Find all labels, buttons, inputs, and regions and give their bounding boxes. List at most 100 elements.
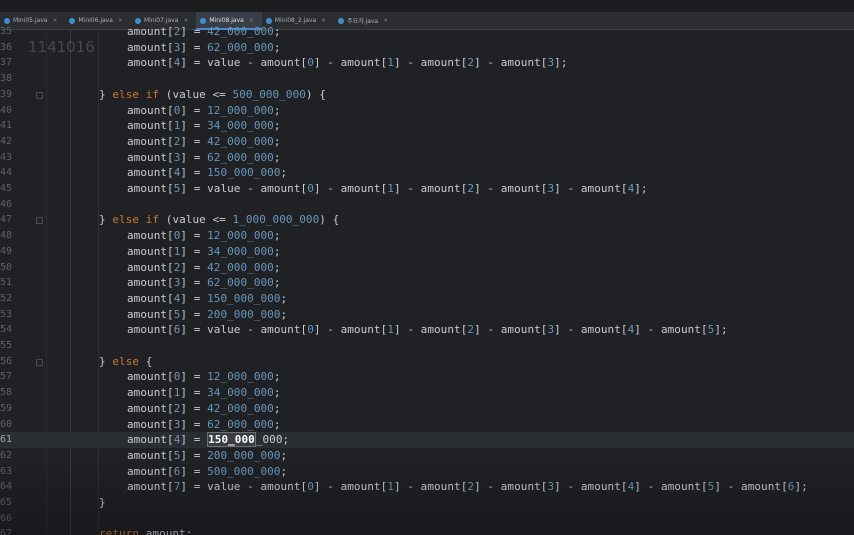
close-icon[interactable]: ×	[321, 17, 326, 24]
close-icon[interactable]: ×	[183, 17, 188, 24]
code-editor[interactable]: 35 amount[2] = 42_000_000; 36 amount[3] = 6…	[0, 25, 854, 535]
code-line[interactable]: 64 amount[7] = value - amount[0] - amount…	[0, 479, 854, 495]
tab-label: Mini05.java	[13, 17, 48, 24]
line-number: 45	[0, 183, 12, 194]
line-number: 44	[0, 167, 12, 179]
line-number: 41	[0, 120, 12, 132]
title-strip	[0, 0, 854, 12]
code-line[interactable]: 49 amount[1] = 34_000_000;	[0, 244, 854, 260]
close-icon[interactable]: ×	[118, 17, 123, 24]
code-line[interactable]: 46	[0, 197, 854, 213]
word-selection[interactable]: 150_000	[207, 432, 256, 448]
tab-label: Mini07.java	[143, 17, 179, 24]
line-number: 66	[0, 512, 12, 524]
code-line[interactable]: 48 amount[0] = 12_000_000;	[0, 228, 854, 244]
line-number: 63	[0, 465, 12, 477]
line-number: 54	[0, 324, 12, 336]
code-text: amount[4] = 150_000_000;	[127, 291, 288, 305]
code-line[interactable]: 50 amount[2] = 42_000_000;	[0, 260, 854, 276]
line-number: 58	[0, 387, 12, 399]
code-line[interactable]: 43 amount[3] = 62_000_000;	[0, 150, 854, 166]
code-text: amount[5] = value - amount[0] - amount[1…	[127, 182, 648, 195]
code-text: amount[4] = value - amount[0] - amount[1…	[127, 56, 568, 70]
code-text: amount[1] = 34_000_000;	[127, 386, 281, 400]
code-line[interactable]: 58 amount[1] = 34_000_000;	[0, 385, 854, 401]
line-number: 49	[0, 245, 12, 257]
fold-toggle-icon[interactable]	[36, 358, 43, 366]
code-line[interactable]: 36 amount[3] = 62_000_000;	[0, 40, 854, 56]
code-line[interactable]: 47} else if (value <= 1_000_000_000) {	[0, 212, 854, 228]
line-number: 53	[0, 308, 12, 320]
code-line[interactable]: 67 return amount;	[0, 526, 854, 535]
code-line[interactable]: 52 amount[4] = 150_000_000;	[0, 291, 854, 307]
code-line[interactable]: 57 amount[0] = 12_000_000;	[0, 369, 854, 385]
line-number: 37	[0, 57, 12, 69]
code-text: amount[2] = 42_000_000;	[127, 260, 281, 274]
code-text: } else if (value <= 500_000_000) {	[99, 87, 326, 101]
close-icon[interactable]: ×	[52, 17, 57, 24]
line-number: 50	[0, 261, 12, 273]
code-text: amount[4] = 150_000_000;	[127, 166, 288, 180]
java-class-icon	[338, 17, 345, 24]
code-text: amount[6] = 500_000_000;	[127, 464, 288, 478]
close-icon[interactable]: ×	[249, 17, 254, 24]
code-line[interactable]: 54 amount[6] = value - amount[0] - amount…	[0, 322, 854, 338]
code-line[interactable]: 65}	[0, 495, 854, 511]
code-line[interactable]: 66	[0, 511, 854, 527]
line-number: 51	[0, 277, 12, 289]
line-number: 62	[0, 449, 12, 461]
line-number: 43	[0, 151, 12, 163]
line-number: 35	[0, 26, 12, 37]
fold-toggle-icon[interactable]	[36, 217, 43, 225]
code-line[interactable]: 41 amount[1] = 34_000_000;	[0, 118, 854, 134]
code-line[interactable]: 39 } else if (value <= 500_000_000) {	[0, 87, 854, 103]
ide-window: Mini05.java × Mini06.java × Mini07.java × Mini…	[0, 0, 854, 535]
code-text: amount[0] = 12_000_000;	[127, 370, 281, 384]
code-line[interactable]: 40 amount[0] = 12_000_000;	[0, 103, 854, 119]
code-text: amount[5] = 200_000_000;	[127, 448, 288, 462]
code-text: amount[6] = value - amount[0] - amount[1…	[127, 323, 728, 337]
line-number: 60	[0, 418, 12, 430]
close-icon[interactable]: ×	[383, 17, 388, 24]
code-line[interactable]: 59 amount[2] = 42_000_000;	[0, 401, 854, 417]
code-line[interactable]: 61 amount[4] = 150_000_000;	[0, 432, 854, 449]
code-line[interactable]: 60 amount[3] = 62_000_000;	[0, 417, 854, 433]
code-text: } else {	[99, 354, 153, 368]
line-number: 38	[0, 73, 12, 85]
line-number: 64	[0, 481, 12, 493]
code-text: amount[0] = 12_000_000;	[127, 103, 281, 117]
java-class-icon	[265, 17, 272, 24]
line-number: 39	[0, 88, 12, 100]
code-line[interactable]: 53 amount[5] = 200_000_000;	[0, 307, 854, 323]
line-number: 47	[0, 214, 12, 226]
code-text: amount[2] = 42_000_000;	[127, 25, 281, 38]
code-line[interactable]: 63 amount[6] = 500_000_000;	[0, 464, 854, 480]
line-number: 48	[0, 230, 12, 242]
tab-label: Mini08_2.java	[274, 17, 317, 24]
code-line[interactable]: 35 amount[2] = 42_000_000;	[0, 24, 854, 40]
code-text: amount[7] = value - amount[0] - amount[1…	[127, 480, 808, 494]
code-text: return amount;	[99, 527, 193, 535]
line-number: 65	[0, 497, 12, 508]
code-line[interactable]: 45 amount[5] = value - amount[0] - amount…	[0, 181, 854, 197]
code-line[interactable]: 44 amount[4] = 150_000_000;	[0, 165, 854, 181]
code-line[interactable]: 37 amount[4] = value - amount[0] - amount…	[0, 55, 854, 71]
code-line[interactable]: 62 amount[5] = 200_000_000;	[0, 448, 854, 464]
code-line[interactable]: 38	[0, 71, 854, 87]
java-class-icon	[4, 17, 10, 24]
code-line[interactable]: 55	[0, 338, 854, 354]
code-text: amount[3] = 62_000_000;	[127, 150, 281, 164]
fold-toggle-icon[interactable]	[36, 91, 43, 99]
code-line[interactable]: 51 amount[3] = 62_000_000;	[0, 275, 854, 291]
code-text: amount[0] = 12_000_000;	[127, 229, 281, 243]
tab-label: Mini08.java	[209, 17, 244, 24]
line-number: 67	[0, 528, 12, 535]
code-line[interactable]: 42 amount[2] = 42_000_000;	[0, 134, 854, 150]
code-text: amount[1] = 34_000_000;	[127, 244, 281, 258]
line-number: 57	[0, 371, 12, 383]
code-text: amount[3] = 62_000_000;	[127, 40, 281, 54]
watermark-text: 1141016	[28, 38, 95, 56]
code-text: amount[5] = 200_000_000;	[127, 307, 288, 321]
line-number: 42	[0, 135, 12, 147]
code-line[interactable]: 56} else {	[0, 354, 854, 370]
